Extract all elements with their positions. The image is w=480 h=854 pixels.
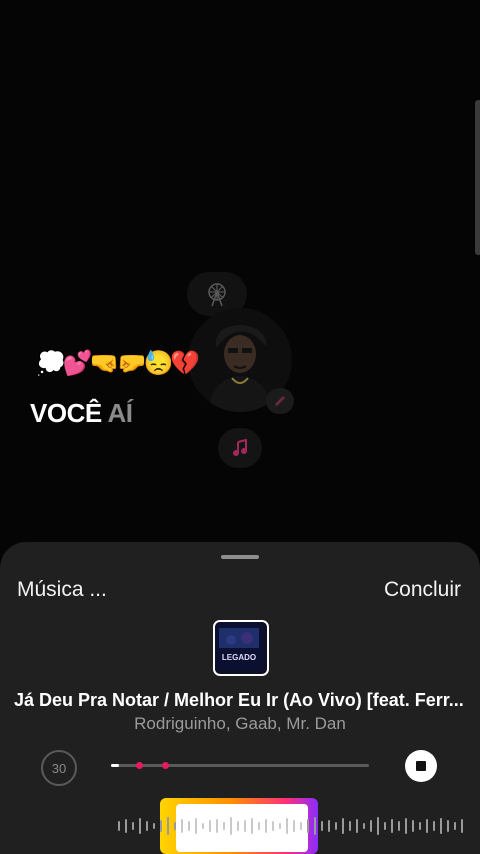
story-canvas: 💭💕🤜🤛😓💔 VOCÊ AÍ: [0, 0, 480, 560]
waveform-bar: [384, 822, 386, 830]
done-button[interactable]: Concluir: [384, 578, 461, 602]
waveform-bar: [153, 823, 155, 829]
waveform-bar: [209, 820, 211, 832]
waveform-bar: [328, 820, 330, 832]
waveform-bar: [419, 822, 421, 830]
waveform-bar: [160, 820, 162, 832]
waveform-bar: [181, 819, 183, 833]
waveform-bar: [370, 820, 372, 832]
stop-button[interactable]: [405, 750, 437, 782]
waveform-bar: [412, 820, 414, 832]
waveform-bar: [454, 822, 456, 830]
waveform-bar: [146, 821, 148, 831]
waveform-bar: [349, 821, 351, 831]
progress-track[interactable]: [111, 762, 369, 769]
caption-dim: AÍ: [107, 398, 133, 428]
waveform-bar: [174, 822, 176, 830]
scroll-thumb[interactable]: [475, 100, 480, 255]
waveform-bar: [223, 822, 225, 830]
waveform-bar: [265, 819, 267, 833]
music-header-label[interactable]: Música ...: [17, 578, 107, 602]
waveform-bar: [202, 823, 204, 829]
song-artist: Rodriguinho, Gaab, Mr. Dan: [134, 714, 346, 733]
waveform-bar: [188, 821, 190, 831]
waveform-bar: [244, 820, 246, 832]
album-art: LEGADO: [213, 620, 269, 676]
caption-text[interactable]: VOCÊ AÍ: [30, 398, 133, 429]
waveform-bar: [286, 818, 288, 834]
waveform-bar: [118, 821, 120, 831]
waveform-bar: [440, 818, 442, 834]
waveform-bar: [461, 819, 463, 833]
waveform-bar: [447, 820, 449, 832]
waveform-bar: [293, 820, 295, 832]
waveform-bar: [398, 821, 400, 831]
waveform-bar: [314, 817, 316, 835]
edit-icon[interactable]: [266, 388, 294, 414]
caption-main: VOCÊ: [30, 398, 102, 428]
album-art-label: LEGADO: [222, 653, 256, 662]
stop-icon: [416, 761, 426, 771]
waveform-bar: [307, 819, 309, 833]
waveform-bar: [405, 818, 407, 834]
waveform-bar: [426, 819, 428, 833]
waveform-bar: [363, 823, 365, 829]
music-note-icon[interactable]: [218, 428, 262, 468]
duration-button[interactable]: 30: [41, 750, 77, 786]
waveform-bar: [342, 818, 344, 834]
waveform-bar: [132, 822, 134, 830]
waveform-bar: [167, 817, 169, 835]
waveform-bar: [321, 821, 323, 831]
waveform-bar: [139, 818, 141, 834]
waveform-bar: [356, 819, 358, 833]
lyric-marker: [162, 762, 169, 769]
song-title: Já Deu Pra Notar / Melhor Eu Ir (Ao Vivo…: [14, 690, 464, 710]
waveform-bar: [272, 821, 274, 831]
waveform-bar: [195, 818, 197, 834]
progress-fill: [111, 764, 119, 767]
emoji-sticker[interactable]: 💭💕🤜🤛😓💔: [36, 352, 200, 376]
waveform-bar: [237, 821, 239, 831]
waveform-bar: [433, 821, 435, 831]
waveform-bar: [258, 822, 260, 830]
waveform-scrubber[interactable]: [0, 798, 480, 854]
duration-label: 30: [51, 760, 67, 776]
sheet-grabber[interactable]: [221, 555, 259, 559]
waveform-bar: [335, 822, 337, 830]
waveform-bar: [125, 819, 127, 833]
waveform-bar: [377, 817, 379, 835]
waveform-bar: [300, 822, 302, 830]
waveform-bar: [391, 819, 393, 833]
music-bottom-sheet: Música ... Concluir LEGADO Já Deu Pra No…: [0, 542, 480, 854]
waveform-bar: [230, 817, 232, 835]
waveform-bar: [216, 819, 218, 833]
waveform-bar: [251, 818, 253, 834]
lyric-marker: [136, 762, 143, 769]
waveform-bar: [279, 823, 281, 829]
